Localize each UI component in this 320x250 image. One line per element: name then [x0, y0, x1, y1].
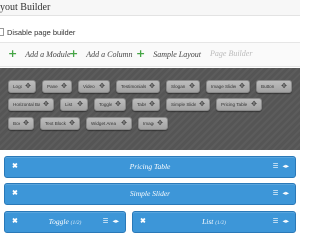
list-icon[interactable]: ☰	[103, 218, 109, 226]
module-widget-area[interactable]: Widget Area ✥	[86, 117, 132, 130]
module-button[interactable]: Button ✥	[256, 80, 292, 93]
move-icon[interactable]: ✥	[77, 101, 83, 108]
move-icon[interactable]: ✥	[251, 101, 257, 108]
layout-block-title: List	[202, 217, 214, 226]
layout-block-tools: ☰ ◂▸	[273, 190, 289, 198]
module-label: Image	[143, 121, 154, 126]
move-icon[interactable]: ✥	[239, 83, 245, 90]
resize-icon[interactable]: ◂▸	[282, 218, 289, 226]
add-column-button[interactable]: + Add a Column	[69, 47, 133, 60]
move-icon[interactable]: ✥	[25, 83, 31, 90]
disable-builder-label: Disable page builder	[7, 27, 76, 37]
module-horizontal-bar[interactable]: Horizontal Bar ✥	[8, 98, 54, 111]
layout-block-size: (1/2)	[70, 220, 82, 226]
list-icon[interactable]: ☰	[273, 218, 279, 226]
module-label: Testimonials	[121, 84, 147, 89]
resize-icon[interactable]: ◂▸	[282, 163, 289, 171]
module-logo[interactable]: Logo ✥	[8, 80, 36, 93]
move-icon[interactable]: ✥	[115, 101, 121, 108]
plus-icon: +	[69, 47, 79, 60]
layout-block-label: List (1/2)	[133, 217, 295, 226]
resize-icon[interactable]: ◂▸	[112, 218, 119, 226]
module-label: Widget Area	[91, 121, 117, 126]
move-icon[interactable]: ✥	[69, 120, 75, 127]
module-slogan[interactable]: Slogan ✥	[166, 80, 200, 93]
module-label: Video	[83, 84, 95, 89]
module-label: Horizontal Bar	[13, 102, 41, 107]
layout-block-label: Pricing Table	[5, 162, 295, 171]
list-icon[interactable]: ☰	[273, 190, 279, 198]
module-label: Pricing Table	[221, 102, 248, 107]
module-label: Button	[261, 84, 275, 89]
module-video[interactable]: Video ✥	[78, 80, 110, 93]
move-icon[interactable]: ✥	[23, 120, 29, 127]
module-box[interactable]: Box ✥	[8, 117, 34, 130]
module-list[interactable]: List ✥	[60, 98, 88, 111]
module-text-block[interactable]: Text Block ✥	[40, 117, 80, 130]
move-icon[interactable]: ✥	[281, 83, 287, 90]
move-icon[interactable]: ✥	[149, 101, 155, 108]
layout-block-tools: ☰ ◂▸	[103, 218, 119, 226]
layout-block-simple-slider[interactable]: ✖ Simple Slider ☰ ◂▸	[4, 183, 296, 205]
module-label: Text Block	[45, 121, 66, 126]
layout-block-title: Toggle	[48, 217, 69, 226]
page-builder-label: Page Builder	[210, 49, 252, 58]
move-icon[interactable]: ✥	[43, 101, 49, 108]
layout-block-tools: ☰ ◂▸	[273, 163, 289, 171]
module-label: Box	[13, 121, 21, 126]
module-label: Toggle	[99, 102, 113, 107]
move-icon[interactable]: ✥	[61, 83, 67, 90]
module-image[interactable]: Image✥	[138, 117, 168, 130]
list-icon[interactable]: ☰	[273, 163, 279, 171]
layout-block-tools: ☰ ◂▸	[273, 218, 289, 226]
module-label: Slogan	[171, 84, 186, 89]
module-tabs[interactable]: Tabs ✥	[132, 98, 160, 111]
sample-layout-label: Sample Layout	[153, 49, 201, 59]
module-label: Logo	[13, 84, 23, 89]
layout-block-label: Simple Slider	[5, 189, 295, 198]
sample-layout-button[interactable]: + Sample Layout	[136, 47, 201, 60]
add-module-button[interactable]: + Add a Module	[8, 47, 71, 60]
resize-icon[interactable]: ◂▸	[282, 190, 289, 198]
plus-icon: +	[136, 47, 146, 60]
layout-block-toggle[interactable]: ✖ Toggle (1/2) ☰ ◂▸	[4, 211, 126, 233]
module-label: Panel	[47, 84, 59, 89]
module-testimonials[interactable]: Testimonials ✥	[116, 80, 160, 93]
plus-icon: +	[8, 47, 18, 60]
module-label: Tabs	[137, 102, 147, 107]
module-toggle[interactable]: Toggle ✥	[94, 98, 126, 111]
move-icon[interactable]: ✥	[149, 83, 155, 90]
move-icon[interactable]: ✥	[199, 101, 205, 108]
module-pricing-table[interactable]: Pricing Table ✥	[216, 98, 262, 111]
module-label: Image Slider	[211, 84, 237, 89]
move-icon[interactable]: ✥	[189, 83, 195, 90]
title-bar: yout Builder	[0, 0, 300, 16]
module-image-slider[interactable]: Image Slider ✥	[206, 80, 250, 93]
layout-block-title: Pricing Table	[129, 162, 171, 171]
move-icon[interactable]: ✥	[99, 83, 105, 90]
layout-block-list[interactable]: ✖ List (1/2) ☰ ◂▸	[132, 211, 296, 233]
layout-block-pricing-table[interactable]: ✖ Pricing Table ☰ ◂▸	[4, 156, 296, 178]
module-label: List	[65, 102, 73, 107]
add-module-label: Add a Module	[25, 49, 71, 59]
page-builder-text: Page Builder	[210, 49, 253, 58]
disable-builder-checkbox[interactable]	[0, 28, 4, 36]
layout-block-size: (1/2)	[215, 220, 226, 226]
disable-builder-option[interactable]: Disable page builder	[0, 25, 75, 39]
page-title: yout Builder	[0, 2, 51, 13]
module-palette: Logo ✥ Panel ✥ Video ✥ Testimonials ✥ Slogan…	[0, 68, 300, 150]
layout-block-title: Simple Slider	[129, 189, 171, 198]
move-icon[interactable]: ✥	[157, 120, 163, 127]
module-label: Simple Slider	[171, 102, 197, 107]
builder-toolbar: + Add a Module + Add a Column + Sample L…	[0, 42, 300, 67]
add-column-label: Add a Column	[86, 49, 133, 59]
module-panel[interactable]: Panel ✥	[42, 80, 72, 93]
move-icon[interactable]: ✥	[121, 120, 127, 127]
module-simple-slider[interactable]: Simple Slider ✥	[166, 98, 210, 111]
